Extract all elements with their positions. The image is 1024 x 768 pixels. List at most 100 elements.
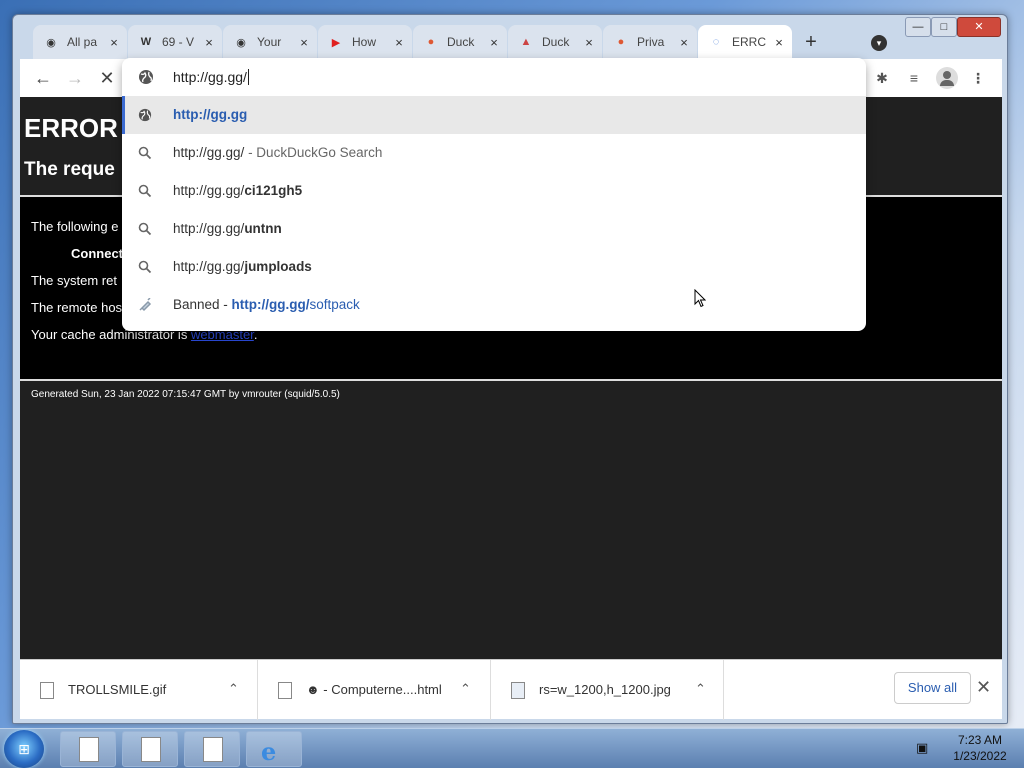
- close-window-button[interactable]: ✕: [957, 17, 1001, 37]
- media-controls-icon[interactable]: ≡: [904, 68, 924, 88]
- suggestion-4[interactable]: http://gg.gg/jumploads: [122, 248, 866, 286]
- address-bar[interactable]: http://gg.gg/: [122, 58, 866, 96]
- tab-close-icon[interactable]: ×: [582, 35, 596, 50]
- tab-title: How: [352, 35, 377, 49]
- chevron-up-icon[interactable]: ⌃: [460, 681, 471, 697]
- download-item[interactable]: rs=w_1200,h_1200.jpg ⌃: [491, 660, 724, 720]
- suggestion-completion: ci121gh5: [244, 183, 303, 198]
- new-tab-button[interactable]: +: [799, 31, 823, 54]
- tab-close-icon[interactable]: ×: [202, 35, 216, 50]
- tab-close-icon[interactable]: ×: [772, 35, 786, 50]
- suggestion-5[interactable]: Banned - http://gg.gg/softpack: [122, 286, 866, 324]
- wikipedia-icon: W: [140, 36, 152, 48]
- menu-dots-icon[interactable]: ⋮: [968, 68, 988, 88]
- error-subtitle: The reque: [24, 159, 115, 180]
- forward-button[interactable]: →: [64, 67, 86, 89]
- tab-2[interactable]: ◉ Your ×: [223, 25, 317, 59]
- clock-date: 1/23/2022: [953, 749, 1007, 763]
- chevron-up-icon[interactable]: ⌃: [695, 681, 706, 697]
- extensions-icon[interactable]: ✱: [872, 68, 892, 88]
- duckduckgo-icon: ●: [617, 36, 625, 48]
- suggestion-completion: jumploads: [244, 259, 312, 274]
- tab-6[interactable]: ● Priva ×: [603, 25, 697, 59]
- error-text-line: The following e: [31, 219, 119, 234]
- suggestion-0[interactable]: http://gg.gg: [122, 96, 866, 134]
- tab-7-active[interactable]: ◌ ERRC ×: [698, 25, 792, 59]
- taskbar-app-button[interactable]: [122, 731, 178, 767]
- tab-4[interactable]: ● Duck ×: [413, 25, 507, 59]
- suggestion-3[interactable]: http://gg.gg/untnn: [122, 210, 866, 248]
- network-icon[interactable]: ▣: [916, 740, 932, 756]
- image-file-icon: [511, 682, 525, 699]
- start-button[interactable]: ⊞: [4, 730, 44, 768]
- taskbar-clock[interactable]: 7:23 AM 1/23/2022: [940, 732, 1020, 764]
- syringe-icon: [139, 298, 152, 312]
- tab-search-icon[interactable]: ▾: [871, 35, 887, 51]
- text-caret: [247, 69, 249, 85]
- search-icon: [138, 184, 152, 198]
- downloads-bar: TROLLSMILE.gif ⌃ ☻ - Computerne....html …: [20, 659, 1002, 720]
- taskbar-app-button[interactable]: [184, 731, 240, 767]
- tab-title: All pa: [67, 35, 98, 49]
- taskbar-app-button[interactable]: [60, 731, 116, 767]
- suggestion-text: http://gg.gg/: [173, 221, 245, 236]
- close-downloads-bar-button[interactable]: ✕: [976, 677, 991, 698]
- bookmark-url-rest: softpack: [309, 297, 360, 312]
- internet-explorer-icon: e: [261, 737, 277, 766]
- tab-close-icon[interactable]: ×: [677, 35, 691, 50]
- duckduckgo-icon: ●: [427, 36, 435, 48]
- tab-title: 69 - V: [162, 35, 195, 49]
- globe-icon: [138, 108, 152, 122]
- divider: [20, 379, 1002, 381]
- error-detail: Connect: [71, 246, 123, 261]
- suggestion-1[interactable]: http://gg.gg/ - DuckDuckGo Search: [122, 134, 866, 172]
- bookmark-title: Banned -: [173, 297, 232, 312]
- suggestion-engine: - DuckDuckGo Search: [244, 145, 383, 160]
- tab-3[interactable]: ▶ How ×: [318, 25, 412, 59]
- tab-5[interactable]: ▲ Duck ×: [508, 25, 602, 59]
- tab-title: Duck: [447, 35, 475, 49]
- download-name: TROLLSMILE.gif: [68, 682, 167, 697]
- profile-avatar[interactable]: [936, 67, 958, 89]
- suggestion-text: http://gg.gg/: [173, 183, 245, 198]
- windows-logo-icon: ⊞: [18, 741, 30, 757]
- download-name: ☻ - Computerne....html: [306, 682, 442, 697]
- download-name: rs=w_1200,h_1200.jpg: [539, 682, 671, 697]
- suggestion-text: http://gg.gg/: [173, 259, 245, 274]
- tab-close-icon[interactable]: ×: [297, 35, 311, 50]
- globe-icon: [139, 70, 153, 84]
- suggestion-2[interactable]: http://gg.gg/ci121gh5: [122, 172, 866, 210]
- selection-indicator: [122, 96, 125, 134]
- mouse-cursor-icon: [694, 289, 706, 308]
- address-bar-text[interactable]: http://gg.gg/: [173, 69, 247, 85]
- download-item[interactable]: ☻ - Computerne....html ⌃: [258, 660, 491, 720]
- maximize-button[interactable]: □: [931, 17, 957, 37]
- tab-title: ERRC: [732, 35, 767, 49]
- suggestion-url: http://gg.gg: [173, 107, 248, 122]
- image-icon: ▲: [520, 36, 532, 48]
- taskbar-ie-button[interactable]: e: [246, 731, 302, 767]
- file-icon: [278, 682, 292, 699]
- search-icon: [138, 146, 152, 160]
- chevron-up-icon[interactable]: ⌃: [228, 681, 239, 697]
- stop-loading-button[interactable]: ✕: [96, 67, 118, 89]
- generated-footer: Generated Sun, 23 Jan 2022 07:15:47 GMT …: [31, 389, 340, 400]
- youtube-icon: ▶: [331, 36, 341, 49]
- show-all-downloads-button[interactable]: Show all: [894, 672, 971, 704]
- error-text-line: The remote hos: [31, 300, 123, 315]
- tab-close-icon[interactable]: ×: [392, 35, 406, 50]
- github-icon: ◉: [236, 36, 246, 49]
- tab-0[interactable]: ◉ All pa ×: [33, 25, 127, 59]
- error-text-line: The system ret: [31, 273, 117, 288]
- document-icon: [141, 737, 161, 762]
- loading-spinner-icon: ◌: [712, 36, 720, 48]
- tab-title: Priva: [637, 35, 665, 49]
- tab-title: Duck: [542, 35, 570, 49]
- tab-1[interactable]: W 69 - V ×: [128, 25, 222, 59]
- github-icon: ◉: [46, 36, 56, 49]
- download-item[interactable]: TROLLSMILE.gif ⌃: [20, 660, 258, 720]
- tab-close-icon[interactable]: ×: [487, 35, 501, 50]
- back-button[interactable]: ←: [32, 67, 54, 89]
- tab-close-icon[interactable]: ×: [107, 35, 121, 50]
- search-icon: [138, 222, 152, 236]
